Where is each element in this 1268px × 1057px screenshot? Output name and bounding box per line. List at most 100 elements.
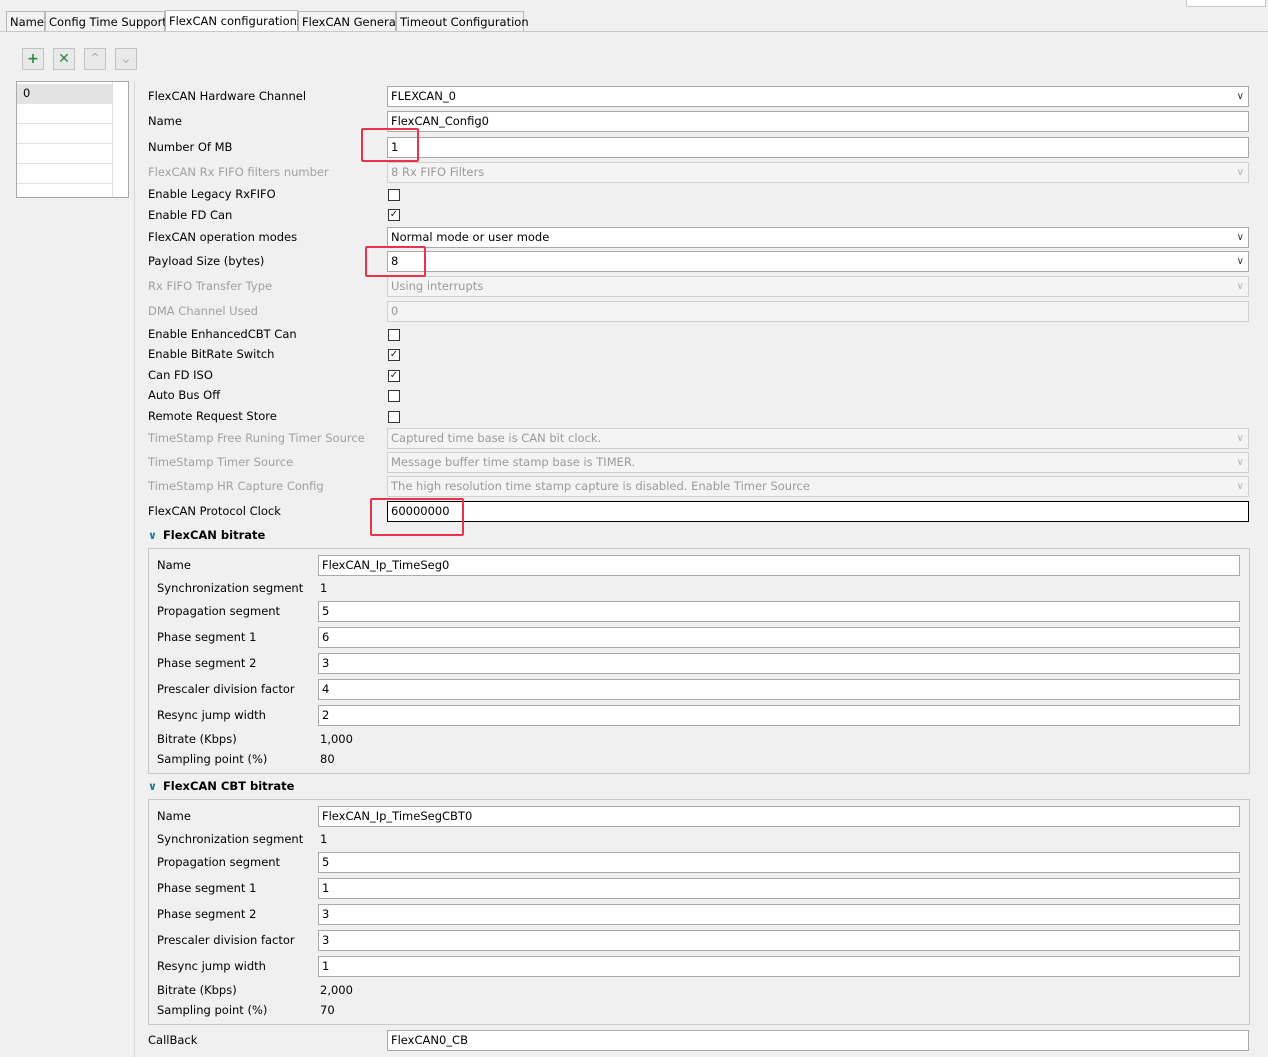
ts-hr-label: TimeStamp HR Capture Config (148, 479, 324, 493)
bitrate-sync-value: 1 (320, 581, 328, 595)
fd-iso-label: Can FD ISO (148, 368, 213, 382)
rx-fifo-transfer-label: Rx FIFO Transfer Type (148, 279, 273, 293)
chevron-down-icon: ⌄ (120, 51, 132, 67)
chevron-down-icon: ∨ (1236, 91, 1244, 102)
highlight-box-num-mb (361, 128, 419, 162)
auto-bus-off-label: Auto Bus Off (148, 388, 221, 402)
cbt-ph1-label: Phase segment 1 (157, 881, 257, 895)
enhanced-cbt-label: Enable EnhancedCBT Can (148, 327, 297, 341)
chevron-down-icon: ∨ (1236, 256, 1244, 267)
bitrate-ph2-label: Phase segment 2 (157, 656, 257, 670)
bitrate-switch-checkbox[interactable]: ✓ (388, 349, 400, 361)
legacy-rxfifo-label: Enable Legacy RxFIFO (148, 187, 276, 201)
dma-channel-input: 0 (387, 301, 1249, 322)
auto-bus-off-checkbox[interactable] (388, 390, 400, 402)
cbt-section-header[interactable]: ∨ FlexCAN CBT bitrate (148, 778, 294, 794)
proto-clock-input[interactable]: 60000000 (387, 501, 1249, 522)
fd-iso-checkbox[interactable]: ✓ (388, 370, 400, 382)
cbt-presc-input[interactable]: 3 (318, 930, 1240, 951)
payload-label: Payload Size (bytes) (148, 254, 265, 268)
list-item (17, 164, 112, 184)
tab-flexcan-general[interactable]: FlexCAN General (298, 11, 399, 31)
move-up-button[interactable]: ⌃ (84, 48, 106, 70)
tab-flexcan-configurations[interactable]: FlexCAN configurations (165, 10, 303, 32)
legacy-rxfifo-checkbox[interactable] (388, 189, 400, 201)
cbt-kbps-value: 2,000 (320, 983, 353, 997)
ts-free-timer-label: TimeStamp Free Runing Timer Source (148, 431, 365, 445)
cbt-ph1-input[interactable]: 1 (318, 878, 1240, 899)
cbt-ph2-input[interactable]: 3 (318, 904, 1240, 925)
tab-config-time-support[interactable]: Config Time Support (45, 11, 167, 31)
add-button[interactable]: + (22, 48, 44, 70)
op-modes-label: FlexCAN operation modes (148, 230, 298, 244)
num-mb-input[interactable]: 1 (387, 137, 1249, 158)
chevron-down-icon: ∨ (1236, 481, 1244, 492)
config-list[interactable]: 0 (16, 81, 129, 198)
list-item (17, 104, 112, 124)
cbt-sync-label: Synchronization segment (157, 832, 304, 846)
fd-can-label: Enable FD Can (148, 208, 233, 222)
ts-timer-value: Message buffer time stamp base is TIMER. (391, 455, 636, 469)
bitrate-presc-label: Prescaler division factor (157, 682, 295, 696)
bitrate-section-title: FlexCAN bitrate (162, 528, 266, 542)
panel-separator (134, 81, 135, 1057)
bitrate-switch-label: Enable BitRate Switch (148, 347, 275, 361)
callback-input[interactable]: FlexCAN0_CB (387, 1030, 1249, 1051)
bitrate-kbps-value: 1,000 (320, 732, 353, 746)
bitrate-name-input[interactable]: FlexCAN_Ip_TimeSeg0 (318, 555, 1240, 576)
tab-divider (0, 31, 1268, 32)
name-label: Name (148, 114, 182, 128)
chevron-down-icon: ∨ (148, 780, 157, 793)
cbt-kbps-label: Bitrate (Kbps) (157, 983, 237, 997)
hw-channel-label: FlexCAN Hardware Channel (148, 89, 307, 103)
bitrate-rjw-input[interactable]: 2 (318, 705, 1240, 726)
bitrate-section-header[interactable]: ∨ FlexCAN bitrate (148, 527, 265, 543)
list-item[interactable]: 0 (17, 84, 112, 104)
cbt-prop-label: Propagation segment (157, 855, 281, 869)
remove-button[interactable]: ✕ (53, 48, 75, 70)
callback-label: CallBack (148, 1033, 198, 1047)
rx-fifo-filters-select: 8 Rx FIFO Filters ∨ (387, 162, 1249, 183)
chevron-down-icon: ∨ (1236, 281, 1244, 292)
hw-channel-select[interactable]: FLEXCAN_0 ∨ (387, 86, 1249, 107)
cbt-name-input[interactable]: FlexCAN_Ip_TimeSegCBT0 (318, 806, 1240, 827)
rx-fifo-filters-value: 8 Rx FIFO Filters (391, 165, 485, 179)
remote-req-checkbox[interactable] (388, 411, 400, 423)
cbt-prop-input[interactable]: 5 (318, 852, 1240, 873)
bitrate-sample-value: 80 (320, 752, 335, 766)
tab-name[interactable]: Name (6, 11, 45, 31)
chevron-down-icon: ∨ (1236, 167, 1244, 178)
highlight-box-payload (365, 246, 426, 277)
bitrate-presc-input[interactable]: 4 (318, 679, 1240, 700)
bitrate-ph2-input[interactable]: 3 (318, 653, 1240, 674)
chevron-down-icon: ∨ (1236, 433, 1244, 444)
hw-channel-value: FLEXCAN_0 (391, 89, 456, 103)
cbt-sample-value: 70 (320, 1003, 335, 1017)
bitrate-sync-label: Synchronization segment (157, 581, 304, 595)
list-item (17, 144, 112, 164)
close-icon: ✕ (58, 51, 70, 67)
bitrate-kbps-label: Bitrate (Kbps) (157, 732, 237, 746)
cbt-section-title: FlexCAN CBT bitrate (162, 779, 295, 793)
highlight-box-proto-clock (370, 498, 464, 536)
bitrate-ph1-input[interactable]: 6 (318, 627, 1240, 648)
payload-select[interactable]: 8 ∨ (387, 251, 1249, 272)
bitrate-prop-input[interactable]: 5 (318, 601, 1240, 622)
name-input[interactable]: FlexCAN_Config0 (387, 111, 1249, 132)
op-modes-select[interactable]: Normal mode or user mode ∨ (387, 227, 1249, 248)
rx-fifo-transfer-value: Using interrupts (391, 279, 484, 293)
op-modes-value: Normal mode or user mode (391, 230, 550, 244)
dma-channel-label: DMA Channel Used (148, 304, 258, 318)
cbt-rjw-input[interactable]: 1 (318, 956, 1240, 977)
cbt-sync-value: 1 (320, 832, 328, 846)
tab-timeout-configuration[interactable]: Timeout Configuration (396, 11, 529, 31)
cbt-ph2-label: Phase segment 2 (157, 907, 257, 921)
enhanced-cbt-checkbox[interactable] (388, 329, 400, 341)
cbt-name-label: Name (157, 809, 191, 823)
rx-fifo-transfer-select: Using interrupts ∨ (387, 276, 1249, 297)
ts-free-timer-value: Captured time base is CAN bit clock. (391, 431, 602, 445)
bitrate-name-label: Name (157, 558, 191, 572)
move-down-button[interactable]: ⌄ (115, 48, 137, 70)
fd-can-checkbox[interactable]: ✓ (388, 209, 400, 221)
ts-timer-select: Message buffer time stamp base is TIMER.… (387, 452, 1249, 473)
